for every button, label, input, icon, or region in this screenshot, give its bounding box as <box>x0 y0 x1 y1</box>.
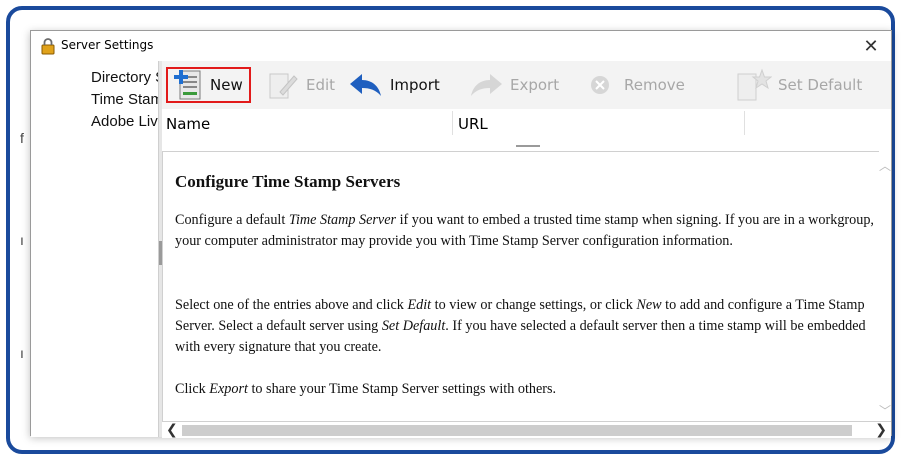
import-button-label: Import <box>390 76 440 94</box>
set-default-button[interactable]: Set Default <box>736 67 862 103</box>
splitter-grip[interactable] <box>516 145 540 147</box>
column-divider[interactable] <box>744 111 745 135</box>
new-button-label: New <box>210 76 243 94</box>
toolbar: New Edit Import Export Remove Set Defaul… <box>162 61 891 110</box>
sidebar-item-time-stamp-servers[interactable]: Time Stamp Servers <box>91 91 159 108</box>
column-header-name[interactable]: Name <box>166 115 210 133</box>
lock-icon <box>41 38 55 55</box>
set-default-button-label: Set Default <box>778 76 863 94</box>
column-header-url[interactable]: URL <box>458 115 488 133</box>
title-bar: Server Settings ✕ <box>31 31 891 61</box>
sidebar-item-adobe-livecycle[interactable]: Adobe LiveCycle Rights Management <box>91 113 159 130</box>
info-paragraph-2: Select one of the entries above and clic… <box>175 297 866 355</box>
background-fragment: f <box>20 130 24 146</box>
info-paragraph-1: Configure a default Time Stamp Server if… <box>175 212 874 249</box>
scroll-left-icon[interactable]: ❮ <box>166 421 178 438</box>
edit-button[interactable]: Edit <box>266 67 335 103</box>
remove-icon <box>591 76 609 94</box>
scroll-down-icon[interactable]: ﹀ <box>879 402 891 419</box>
dialog-title: Server Settings <box>61 38 154 52</box>
scrollbar-thumb[interactable] <box>182 425 852 436</box>
server-list-header: Name URL <box>162 109 891 140</box>
new-button[interactable]: New <box>166 67 251 103</box>
background-fragment: ı <box>20 345 24 361</box>
vertical-scrollbar[interactable]: ︿ ﹀ <box>879 151 891 421</box>
server-settings-dialog: Server Settings ✕ Directory Servers Time… <box>30 30 892 438</box>
export-button-label: Export <box>510 76 560 94</box>
export-arrow-icon <box>471 74 502 96</box>
horizontal-scrollbar[interactable]: ❮ ❯ <box>162 421 891 438</box>
set-default-icon <box>737 68 772 101</box>
sidebar: Directory Servers Time Stamp Servers Ado… <box>31 61 159 437</box>
scroll-up-icon[interactable]: ︿ <box>879 157 891 174</box>
horizontal-splitter[interactable] <box>162 139 891 151</box>
export-button[interactable]: Export <box>468 67 559 103</box>
remove-button[interactable]: Remove <box>588 67 685 103</box>
sidebar-item-directory-servers[interactable]: Directory Servers <box>91 69 159 86</box>
background-fragment: ı <box>20 232 24 248</box>
import-button[interactable]: Import <box>348 67 440 103</box>
info-paragraph-3: Click Export to share your Time Stamp Se… <box>175 381 557 397</box>
edit-icon <box>269 73 298 99</box>
new-server-icon <box>174 70 201 100</box>
remove-button-label: Remove <box>624 76 685 94</box>
edit-button-label: Edit <box>306 76 336 94</box>
close-button[interactable]: ✕ <box>851 31 891 61</box>
scroll-right-icon[interactable]: ❯ <box>875 421 887 438</box>
info-panel: Configure Time Stamp Servers Configure a… <box>162 151 883 422</box>
info-title: Configure Time Stamp Servers <box>175 172 401 191</box>
import-arrow-icon <box>350 74 381 96</box>
column-divider[interactable] <box>452 111 453 135</box>
